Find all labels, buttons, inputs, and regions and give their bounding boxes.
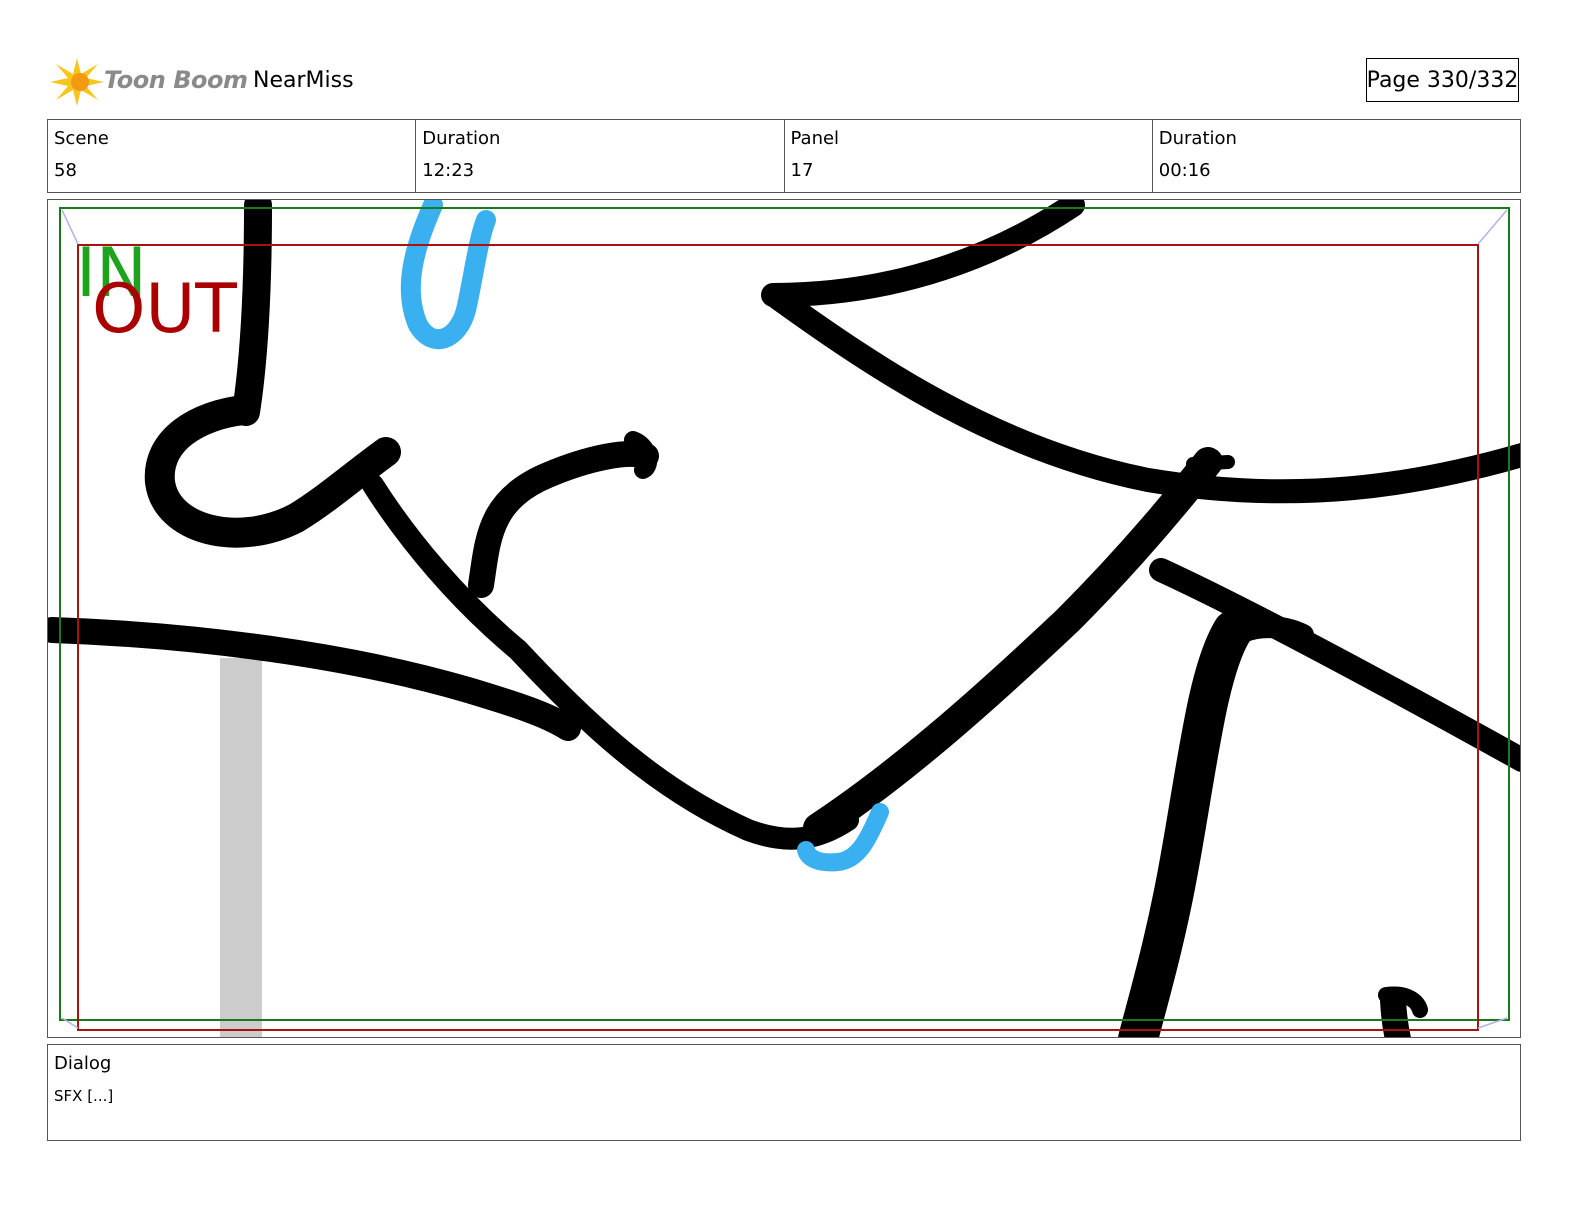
scene-duration-value: 12:23 (422, 160, 475, 181)
panel-value: 17 (790, 160, 814, 181)
scene-cell: Scene 58 (48, 120, 417, 192)
dialog-label: Dialog (54, 1053, 112, 1074)
toon-boom-logo: Toon Boom (50, 56, 248, 108)
scene-value: 58 (54, 160, 77, 181)
in-frame-rect (59, 207, 1510, 1021)
out-label: OUT (92, 270, 237, 349)
dialog-text: SFX [...] (54, 1087, 114, 1105)
scene-duration-label: Duration (422, 128, 501, 149)
starburst-icon (50, 58, 104, 106)
storyboard-panel: IN OUT (47, 199, 1521, 1038)
panel-cell: Panel 17 (785, 120, 1153, 192)
panel-duration-value: 00:16 (1158, 160, 1211, 181)
panel-duration-cell: Duration 00:16 (1153, 120, 1520, 192)
gray-bar (220, 658, 262, 1037)
info-table: Scene 58 Duration 12:23 Panel 17 Duratio… (47, 119, 1521, 193)
dialog-box: Dialog SFX [...] (47, 1044, 1521, 1141)
scene-label: Scene (54, 128, 109, 149)
panel-drawing: IN OUT (48, 200, 1520, 1037)
page-number: Page 330/332 (1366, 58, 1519, 102)
scene-duration-cell: Duration 12:23 (416, 120, 785, 192)
project-name: NearMiss (253, 68, 354, 93)
ink-strokes (48, 200, 1520, 1037)
logo-text: Toon Boom (104, 66, 248, 94)
panel-duration-label: Duration (1158, 128, 1237, 149)
panel-label: Panel (790, 128, 840, 149)
